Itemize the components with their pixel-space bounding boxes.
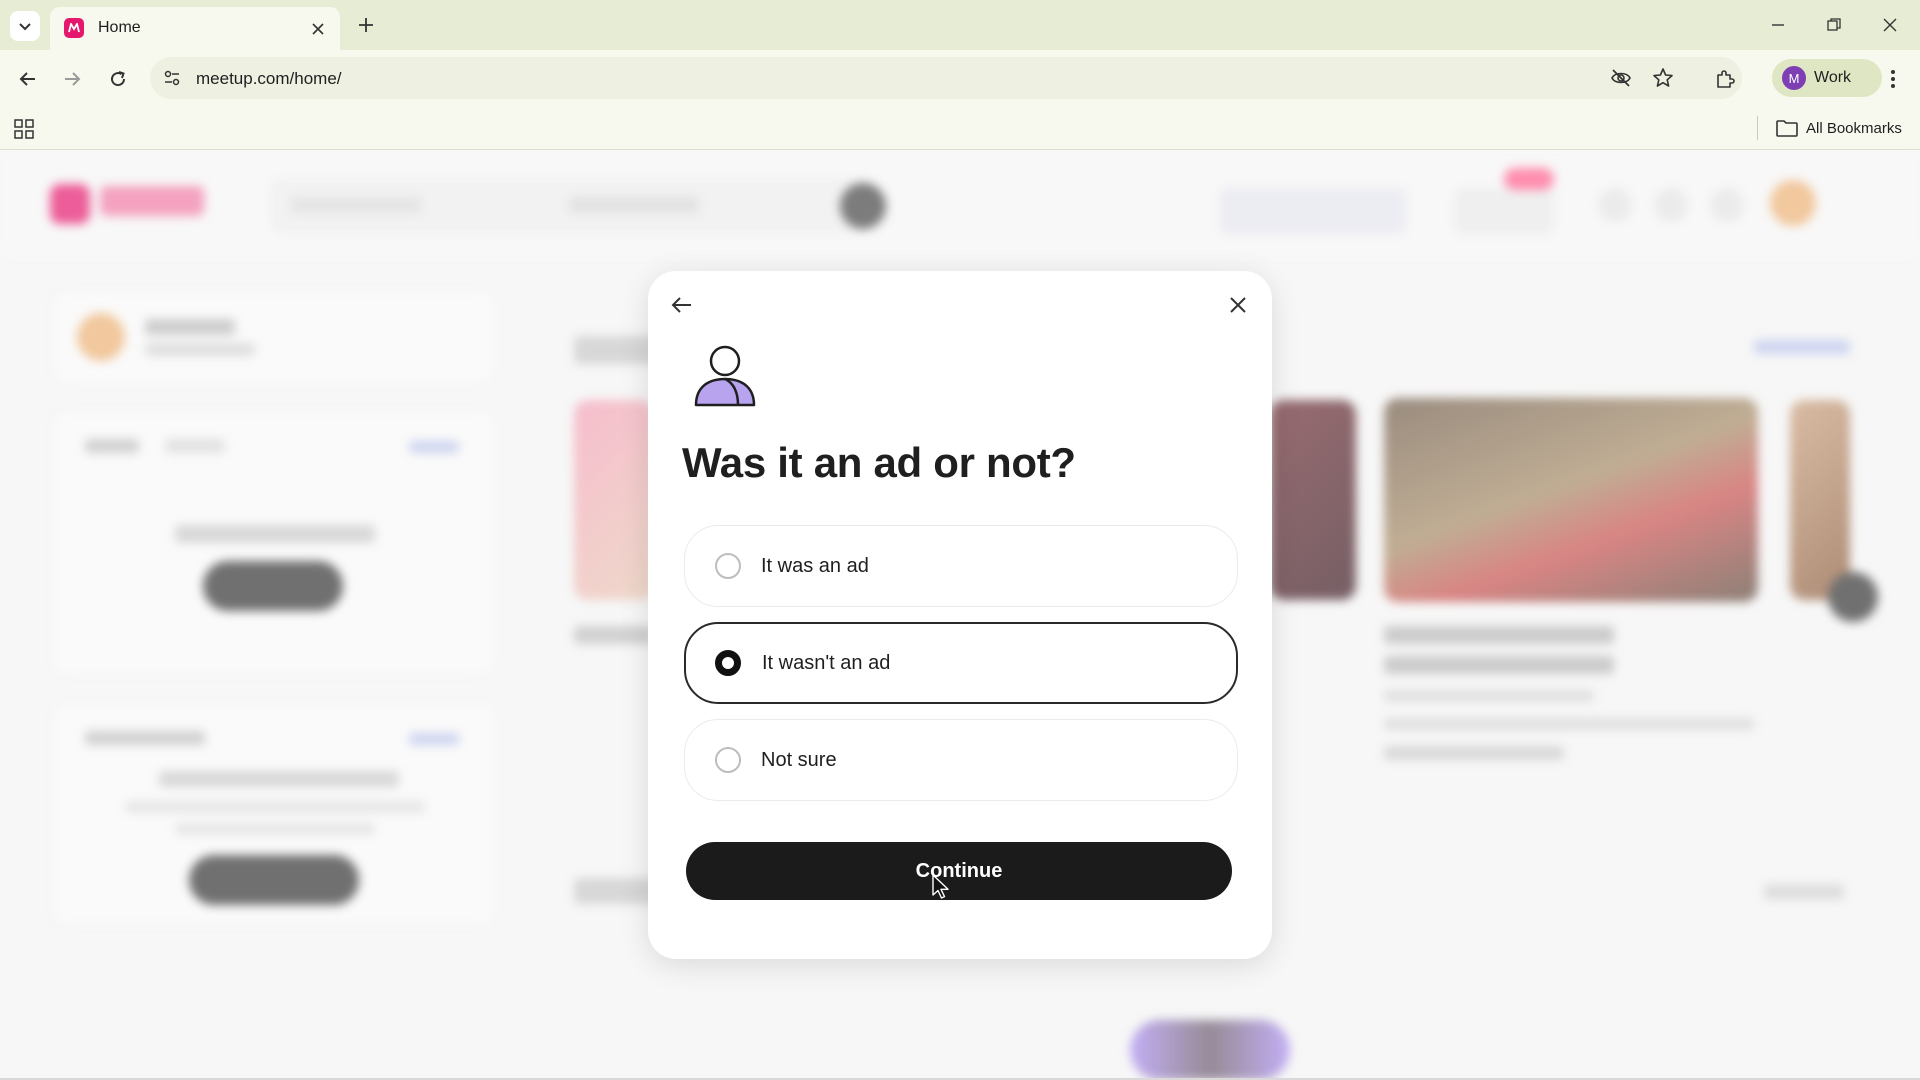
tab-close-button[interactable] <box>308 19 328 39</box>
profile-button[interactable]: M Work <box>1772 59 1882 97</box>
tab-search-button[interactable] <box>10 11 40 41</box>
radio-button-selected[interactable] <box>715 650 741 676</box>
option-label: It wasn't an ad <box>762 651 891 674</box>
bookmarks-bar: All Bookmarks <box>0 106 1920 150</box>
all-bookmarks-label: All Bookmarks <box>1806 119 1902 137</box>
folder-icon <box>1776 120 1798 137</box>
profile-label: Work <box>1814 69 1852 86</box>
close-icon <box>1883 18 1897 32</box>
url-text[interactable]: meetup.com/home/ <box>196 69 342 89</box>
close-icon <box>312 23 324 35</box>
minimize-button[interactable] <box>1764 12 1792 38</box>
apps-grid-icon <box>14 119 34 139</box>
apps-button[interactable] <box>12 117 36 141</box>
reload-button[interactable] <box>104 65 132 93</box>
radio-button[interactable] <box>715 553 741 579</box>
kebab-menu-icon <box>1891 70 1895 88</box>
option-it-was-an-ad[interactable]: It was an ad <box>684 525 1238 607</box>
forward-icon <box>65 72 81 86</box>
back-button[interactable] <box>14 65 42 93</box>
new-tab-button[interactable] <box>354 13 378 37</box>
back-arrow-icon <box>671 297 691 313</box>
bookmarks-divider <box>1757 116 1758 140</box>
meetup-favicon <box>64 18 84 38</box>
restore-button[interactable] <box>1820 12 1848 38</box>
option-label: Not sure <box>761 748 837 771</box>
radio-button[interactable] <box>715 747 741 773</box>
browser-menu-button[interactable] <box>1880 66 1906 92</box>
option-label: It was an ad <box>761 554 869 577</box>
address-bar[interactable]: meetup.com/home/ <box>150 57 1742 99</box>
browser-tab[interactable]: Home <box>50 7 340 50</box>
close-button[interactable] <box>1220 287 1256 323</box>
person-illustration-icon <box>694 345 756 407</box>
restore-icon <box>1827 18 1841 31</box>
minimize-icon <box>1772 24 1784 26</box>
extensions-icon <box>1717 70 1735 88</box>
window-close-button[interactable] <box>1876 12 1904 38</box>
star-icon[interactable] <box>1652 67 1674 89</box>
option-not-sure[interactable]: Not sure <box>684 719 1238 801</box>
all-bookmarks-button[interactable]: All Bookmarks <box>1776 116 1902 140</box>
extensions-button[interactable] <box>1712 66 1738 92</box>
browser-tab-strip: Home <box>0 0 1920 50</box>
chevron-down-icon <box>19 23 31 31</box>
reload-icon <box>111 71 126 87</box>
back-button[interactable] <box>664 287 700 323</box>
plus-icon <box>359 18 373 32</box>
dialog-title: Was it an ad or not? <box>682 439 1076 486</box>
option-it-wasnt-an-ad[interactable]: It wasn't an ad <box>684 622 1238 704</box>
back-icon <box>19 72 35 86</box>
forward-button[interactable] <box>58 65 86 93</box>
eye-off-icon[interactable] <box>1610 67 1632 89</box>
close-icon <box>1230 297 1246 313</box>
continue-button[interactable]: Continue <box>686 842 1232 900</box>
site-settings-icon[interactable] <box>162 68 182 88</box>
avatar: M <box>1782 66 1806 90</box>
tab-title: Home <box>98 19 141 36</box>
browser-toolbar: meetup.com/home/ M Work <box>0 50 1920 106</box>
ad-feedback-dialog: Was it an ad or not? It was an ad It was… <box>648 271 1272 959</box>
mouse-cursor-icon <box>932 874 949 899</box>
